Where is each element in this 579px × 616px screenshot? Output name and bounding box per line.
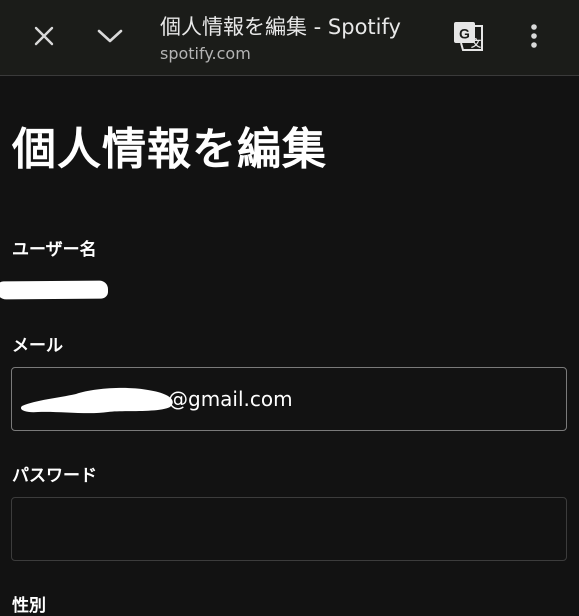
email-label: メール bbox=[12, 336, 63, 356]
translate-icon: G 文 bbox=[454, 22, 483, 51]
password-field[interactable] bbox=[11, 497, 567, 561]
more-menu-button[interactable] bbox=[512, 14, 556, 58]
page-content: 個人情報を編集 ユーザー名 メール @gmail.com パスワード 性別 bbox=[0, 77, 579, 616]
more-vert-icon bbox=[531, 24, 537, 48]
close-icon bbox=[34, 26, 54, 46]
email-field[interactable]: @gmail.com bbox=[11, 367, 567, 431]
collapse-button[interactable] bbox=[88, 14, 132, 58]
email-redaction-mark bbox=[20, 387, 173, 414]
browser-top-bar: 個人情報を編集 - Spotify spotify.com G 文 bbox=[0, 0, 579, 76]
svg-text:G: G bbox=[459, 26, 470, 42]
translate-button[interactable]: G 文 bbox=[446, 14, 490, 58]
email-value: @gmail.com bbox=[168, 387, 293, 411]
chevron-down-icon bbox=[97, 29, 123, 43]
username-value-redacted bbox=[0, 280, 109, 300]
password-label: パスワード bbox=[12, 466, 97, 486]
svg-text:文: 文 bbox=[471, 37, 482, 50]
tab-title: 個人情報を編集 - Spotify bbox=[160, 15, 401, 39]
page-url[interactable]: spotify.com bbox=[160, 44, 251, 63]
close-button[interactable] bbox=[22, 14, 66, 58]
username-label: ユーザー名 bbox=[12, 240, 97, 260]
page-title: 個人情報を編集 bbox=[12, 124, 327, 175]
gender-label: 性別 bbox=[12, 596, 46, 616]
